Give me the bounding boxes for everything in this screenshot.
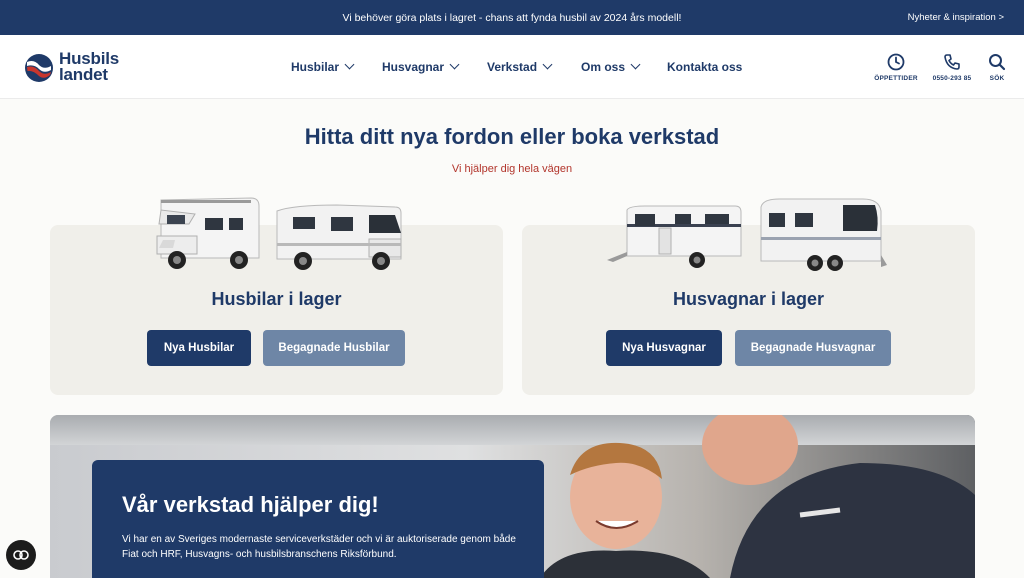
workshop-banner: Vår verkstad hjälper dig! Vi har en av S… [50, 415, 975, 578]
phone-button[interactable]: 0550-293 85 [927, 53, 977, 82]
chevron-down-icon [630, 59, 641, 70]
page-title: Hitta ditt nya fordon eller boka verksta… [304, 124, 720, 149]
new-caravans-button[interactable]: Nya Husvagnar [606, 330, 722, 366]
search-label: SÖK [989, 75, 1005, 82]
caravans-card: Husvagnar i lager Nya Husvagnar Begagnad… [522, 225, 975, 395]
nav-item-om-oss[interactable]: Om oss [581, 59, 641, 74]
opening-hours-button[interactable]: ÖPPETTIDER [871, 53, 921, 82]
announcement-message[interactable]: Vi behöver göra plats i lagret - chans a… [0, 12, 1024, 24]
cookie-settings-icon [13, 550, 29, 560]
used-motorhomes-button[interactable]: Begagnade Husbilar [263, 330, 405, 366]
mechanic-photo-right [702, 415, 975, 578]
workshop-title: Vår verkstad hjälper dig! [122, 492, 379, 517]
nav-item-husvagnar[interactable]: Husvagnar [382, 59, 460, 74]
chevron-down-icon [449, 59, 460, 70]
nav-item-label: Husvagnar [382, 60, 445, 74]
motorhome-semi-integrated-image [276, 204, 402, 270]
phone-icon [944, 54, 960, 70]
motorhome-alcove-image [156, 197, 260, 269]
news-inspiration-link[interactable]: Nyheter & inspiration > [908, 12, 1004, 23]
page-subtitle: Vi hjälper dig hela vägen [451, 163, 573, 175]
workshop-description: Vi har en av Sveriges modernaste service… [122, 534, 516, 560]
caravan-image [607, 205, 742, 268]
phone-label: 0550-293 85 [932, 75, 972, 82]
nav-item-label: Verkstad [487, 60, 538, 74]
nav-item-label: Om oss [581, 60, 626, 74]
nav-item-verkstad[interactable]: Verkstad [487, 59, 553, 74]
nav-item-kontakta-oss[interactable]: Kontakta oss [667, 60, 742, 74]
nav-item-label: Husbilar [291, 60, 340, 74]
caravans-title: Husvagnar i lager [672, 289, 825, 309]
motorhomes-title: Husbilar i lager [211, 289, 342, 309]
nav-item-label: Kontakta oss [667, 60, 743, 74]
announcement-bar: Vi behöver göra plats i lagret - chans a… [0, 0, 1024, 35]
chevron-down-icon [344, 59, 355, 70]
new-motorhomes-button[interactable]: Nya Husbilar [147, 330, 251, 366]
used-caravans-button[interactable]: Begagnade Husvagnar [735, 330, 891, 366]
search-button[interactable]: SÖK [972, 53, 1022, 82]
workshop-info-panel: Vår verkstad hjälper dig! Vi har en av S… [92, 460, 544, 578]
nav-item-husbilar[interactable]: Husbilar [291, 59, 355, 74]
chevron-down-icon [542, 59, 553, 70]
site-header: Husbils landet Husbilar Husvagnar Verkst… [0, 35, 1024, 99]
clock-icon [887, 53, 905, 71]
opening-hours-label: ÖPPETTIDER [874, 75, 918, 82]
search-icon [989, 54, 1006, 71]
caravan-large-image [760, 198, 887, 271]
cookie-settings-button[interactable] [6, 540, 36, 570]
